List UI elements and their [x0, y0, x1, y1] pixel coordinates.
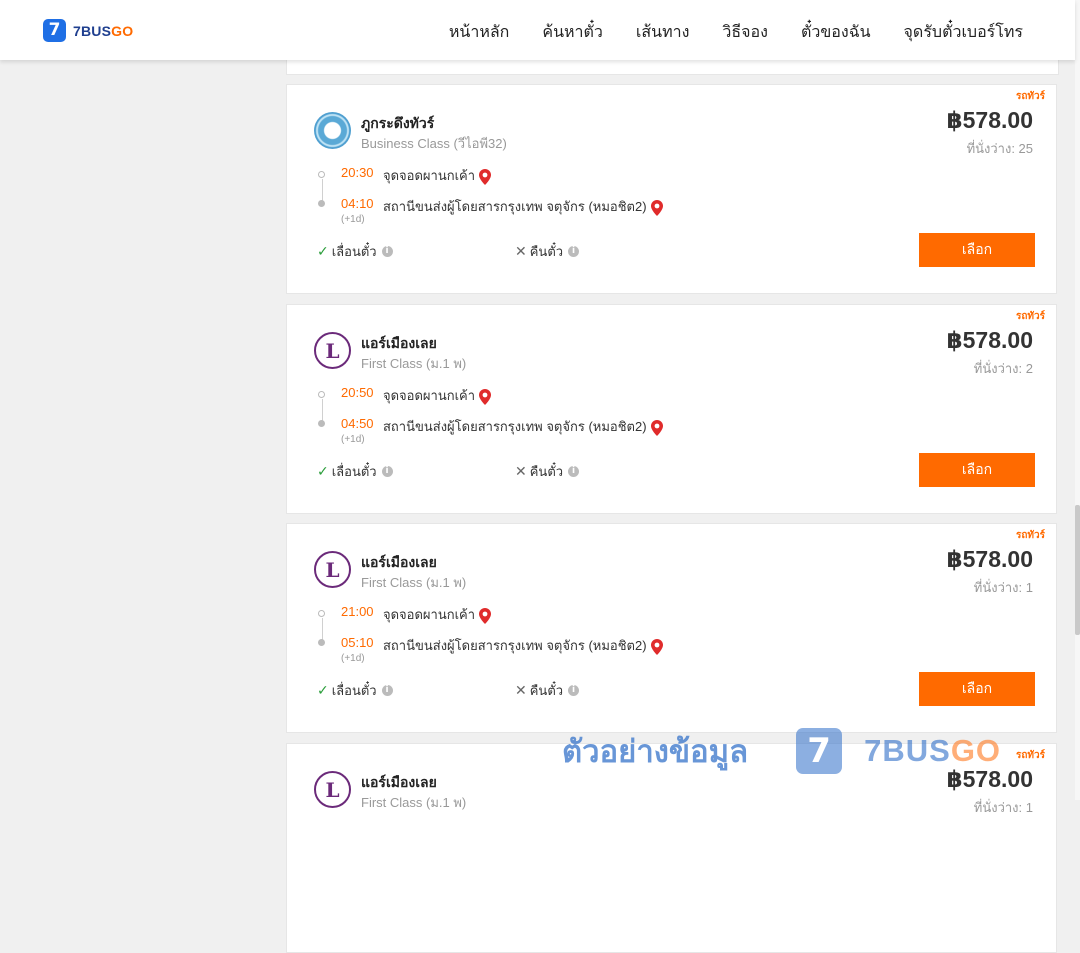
trip-card: รถทัวร์ L แอร์เมืองเลย First Class (ม.1 … [286, 304, 1057, 514]
check-icon: ✓ [317, 463, 329, 479]
info-icon[interactable]: i [381, 466, 393, 477]
scrollbar-thumb[interactable] [1075, 505, 1080, 635]
map-pin-icon[interactable] [650, 638, 663, 655]
bus-type-tag: รถทัวร์ [1015, 530, 1045, 541]
arrival-dot-icon [318, 200, 325, 207]
info-icon[interactable]: i [568, 466, 580, 477]
select-trip-button[interactable]: เลือก [919, 453, 1035, 487]
refund-ticket-feature: ✕ คืนตั๋ว i [515, 680, 580, 701]
arrival-dot-icon [318, 639, 325, 646]
cross-icon: ✕ [515, 243, 527, 259]
next-day-note: (+1d) [341, 653, 365, 664]
map-pin-icon[interactable] [479, 607, 492, 624]
nav-routes[interactable]: เส้นทาง [636, 20, 690, 45]
site-header: 7 7BUSGO หน้าหลัก ค้นหาตั๋ว เส้นทาง วิธี… [0, 0, 1075, 60]
arrival-place: สถานีขนส่งผู้โดยสารกรุงเทพ จตุจักร (หมอช… [383, 635, 663, 656]
departure-dot-icon [318, 610, 325, 617]
bus-type-tag: รถทัวร์ [1015, 91, 1045, 102]
departure-dot-icon [318, 171, 325, 178]
arrival-place: สถานีขนส่งผู้โดยสารกรุงเทพ จตุจักร (หมอช… [383, 196, 663, 217]
departure-place: จุดจอดผานกเค้า [383, 165, 492, 186]
refund-ticket-feature: ✕ คืนตั๋ว i [515, 241, 580, 262]
operator-name: แอร์เมืองเลย [361, 335, 437, 351]
cross-icon: ✕ [515, 682, 527, 698]
info-icon[interactable]: i [568, 685, 580, 696]
nav-home[interactable]: หน้าหลัก [449, 20, 510, 45]
operator-logo-icon: L [314, 771, 351, 808]
check-icon: ✓ [317, 682, 329, 698]
departure-place: จุดจอดผานกเค้า [383, 385, 492, 406]
arrival-dot-icon [318, 420, 325, 427]
arrival-time: 04:10 [341, 196, 374, 211]
arrival-time: 04:50 [341, 416, 374, 431]
next-day-note: (+1d) [341, 214, 365, 225]
operator-name: แอร์เมืองเลย [361, 774, 437, 790]
operator-logo-icon: L [314, 551, 351, 588]
info-icon[interactable]: i [568, 246, 580, 257]
map-pin-icon[interactable] [650, 199, 663, 216]
nav-search-ticket[interactable]: ค้นหาตั๋ว [542, 20, 603, 45]
select-trip-button[interactable]: เลือก [919, 672, 1035, 706]
check-icon: ✓ [317, 243, 329, 259]
bus-type-tag: รถทัวร์ [1015, 311, 1045, 322]
info-icon[interactable]: i [381, 246, 393, 257]
arrival-place: สถานีขนส่งผู้โดยสารกรุงเทพ จตุจักร (หมอช… [383, 416, 663, 437]
departure-dot-icon [318, 391, 325, 398]
bus-type-tag: รถทัวร์ [1015, 750, 1045, 761]
trip-card: รถทัวร์ L แอร์เมืองเลย First Class (ม.1 … [286, 523, 1057, 733]
nav-how-to-book[interactable]: วิธีจอง [722, 20, 768, 45]
ticket-price: ฿578.00 [946, 546, 1033, 572]
nav-ticket-pickup[interactable]: จุดรับตั๋วเบอร์โทร [904, 20, 1023, 45]
departure-time: 20:50 [341, 385, 374, 400]
operator-logo-icon: L [314, 332, 351, 369]
map-pin-icon[interactable] [479, 168, 492, 185]
change-ticket-feature: ✓ เลื่อนตั๋ว i [317, 680, 393, 701]
operator-name: แอร์เมืองเลย [361, 554, 437, 570]
departure-time: 21:00 [341, 604, 374, 619]
logo-text: 7BUSGO [73, 22, 134, 39]
next-day-note: (+1d) [341, 434, 365, 445]
select-trip-button[interactable]: เลือก [919, 233, 1035, 267]
seats-available: ที่นั่งว่าง: 1 [973, 580, 1033, 595]
map-pin-icon[interactable] [650, 419, 663, 436]
bus-class: Business Class (วีไอพี32) [361, 136, 507, 151]
departure-time: 20:30 [341, 165, 374, 180]
bus-class: First Class (ม.1 พ) [361, 795, 467, 810]
change-ticket-feature: ✓ เลื่อนตั๋ว i [317, 461, 393, 482]
operator-logo-icon [314, 112, 351, 149]
ticket-price: ฿578.00 [946, 327, 1033, 353]
bus-class: First Class (ม.1 พ) [361, 356, 467, 371]
operator-name: ภูกระดึงทัวร์ [361, 115, 435, 131]
trip-card: รถทัวร์ L แอร์เมืองเลย First Class (ม.1 … [286, 743, 1057, 953]
ticket-price: ฿578.00 [946, 766, 1033, 792]
arrival-time: 05:10 [341, 635, 374, 650]
map-pin-icon[interactable] [479, 388, 492, 405]
bus-class: First Class (ม.1 พ) [361, 575, 467, 590]
departure-place: จุดจอดผานกเค้า [383, 604, 492, 625]
scrollbar[interactable] [1075, 0, 1080, 800]
trip-card: รถทัวร์ ภูกระดึงทัวร์ Business Class (วี… [286, 84, 1057, 294]
main-nav: หน้าหลัก ค้นหาตั๋ว เส้นทาง วิธีจอง ตั๋วข… [449, 20, 1023, 45]
logo-icon: 7 [43, 19, 66, 42]
nav-my-tickets[interactable]: ตั๋วของฉัน [801, 20, 871, 45]
seats-available: ที่นั่งว่าง: 2 [973, 361, 1033, 376]
site-logo[interactable]: 7 7BUSGO [43, 19, 133, 42]
ticket-price: ฿578.00 [946, 107, 1033, 133]
seats-available: ที่นั่งว่าง: 25 [966, 141, 1033, 156]
info-icon[interactable]: i [381, 685, 393, 696]
seats-available: ที่นั่งว่าง: 1 [973, 800, 1033, 815]
cross-icon: ✕ [515, 463, 527, 479]
change-ticket-feature: ✓ เลื่อนตั๋ว i [317, 241, 393, 262]
refund-ticket-feature: ✕ คืนตั๋ว i [515, 461, 580, 482]
